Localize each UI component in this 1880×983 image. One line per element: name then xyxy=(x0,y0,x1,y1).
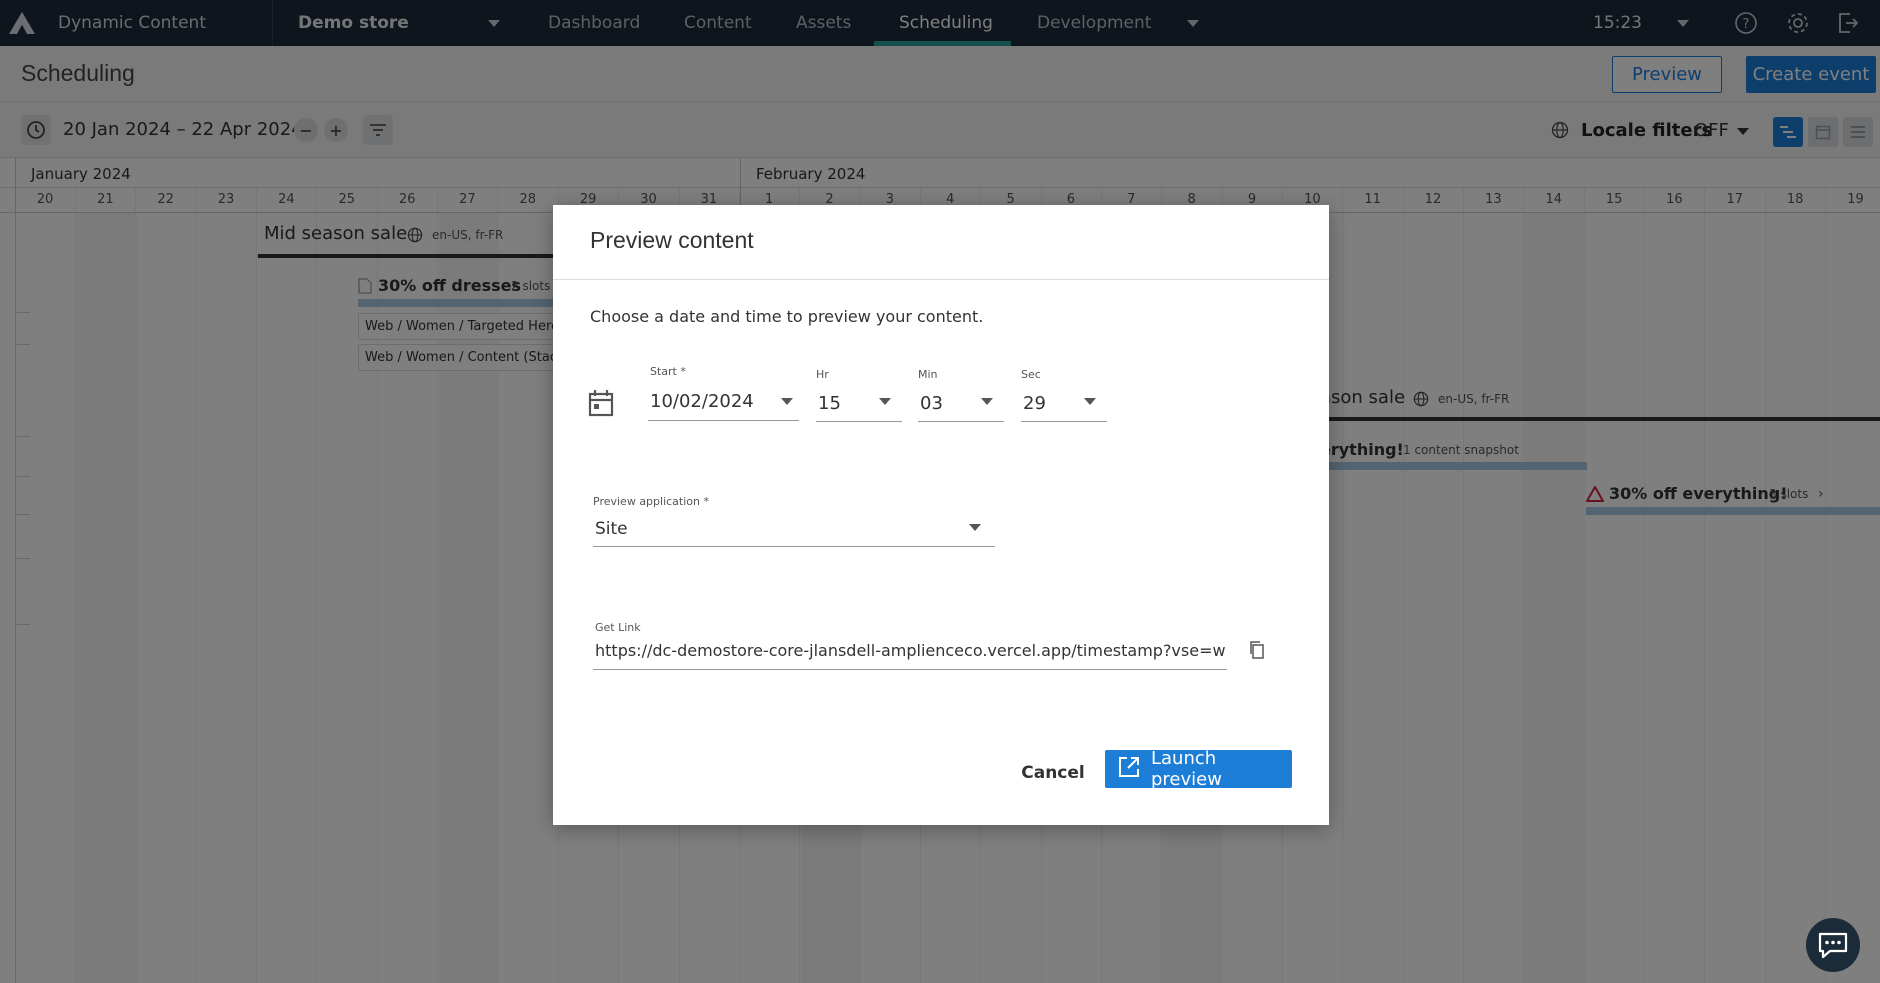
cancel-button[interactable]: Cancel xyxy=(1003,755,1103,791)
chat-icon[interactable] xyxy=(1806,918,1860,972)
preview-application-select[interactable]: Site xyxy=(595,519,628,539)
second-label: Sec xyxy=(1021,368,1041,381)
second-select[interactable]: 29 xyxy=(1023,393,1046,414)
launch-preview-label: Launch preview xyxy=(1151,748,1222,790)
copy-icon[interactable] xyxy=(1249,641,1265,663)
preview-link-field[interactable]: https://dc-demostore-core-jlansdell-ampl… xyxy=(595,641,1225,660)
chevron-down-icon[interactable] xyxy=(969,524,981,531)
dialog-intro: Choose a date and time to preview your c… xyxy=(590,307,984,326)
preview-content-dialog: Preview content Choose a date and time t… xyxy=(553,205,1329,825)
launch-preview-button[interactable]: Launch preview xyxy=(1105,748,1292,790)
get-link-label: Get Link xyxy=(595,621,641,634)
start-label: Start * xyxy=(650,365,686,378)
chevron-down-icon[interactable] xyxy=(879,398,891,405)
external-link-icon xyxy=(1117,755,1141,784)
hour-label: Hr xyxy=(816,368,829,381)
preview-application-label: Preview application * xyxy=(593,495,709,508)
minute-select[interactable]: 03 xyxy=(920,393,943,414)
chevron-down-icon[interactable] xyxy=(981,398,993,405)
start-date-input[interactable]: 10/02/2024 xyxy=(650,391,754,412)
minute-label: Min xyxy=(918,368,938,381)
chevron-down-icon[interactable] xyxy=(1084,398,1096,405)
chevron-down-icon[interactable] xyxy=(781,398,793,405)
dialog-title: Preview content xyxy=(590,227,754,253)
calendar-icon[interactable] xyxy=(588,389,614,421)
dialog-divider xyxy=(553,279,1329,280)
hour-select[interactable]: 15 xyxy=(818,393,841,414)
